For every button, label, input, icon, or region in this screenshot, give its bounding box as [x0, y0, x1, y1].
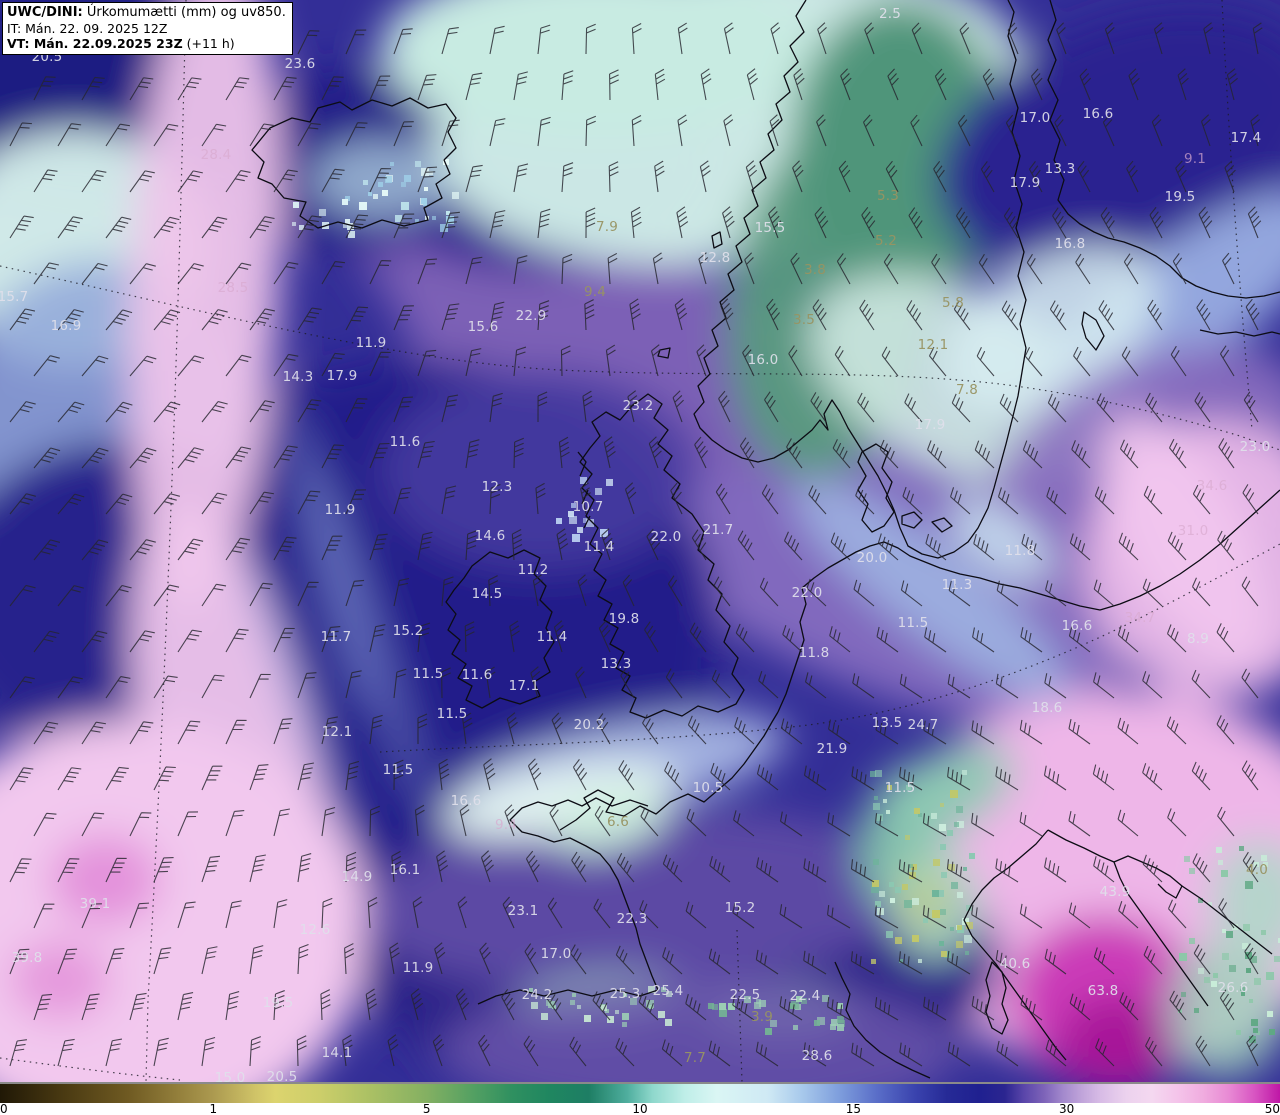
- colorbar-tick-label: 0: [0, 1102, 8, 1115]
- colorbar-tick-label: 50: [1264, 1102, 1280, 1115]
- colorbar-tick-labels: 0 1 5 10 15 30 50: [0, 1102, 1280, 1115]
- colorbar: 0 1 5 10 15 30 50: [0, 1082, 1280, 1115]
- valid-time-line: VT: Mán. 22.09.2025 23Z (+11 h): [7, 36, 235, 52]
- colorbar-gradient: [0, 1082, 1280, 1103]
- map-area: 20.5 23.6 2.5 15.7 16.9 11.9 14.3 17.9 15.6 22.9 2…: [0, 0, 1280, 1086]
- info-box: UWC/DINI: Úrkomumætti (mm) og uv850. IT:…: [2, 2, 293, 56]
- model-title-line: UWC/DINI: Úrkomumætti (mm) og uv850.: [7, 5, 286, 20]
- colorbar-tick-label: 30: [1059, 1102, 1075, 1115]
- colorbar-tick-label: 1: [209, 1102, 218, 1115]
- colorbar-tick-label: 10: [632, 1102, 648, 1115]
- colorbar-tick-label: 15: [845, 1102, 861, 1115]
- colorbar-tick-label: 5: [422, 1102, 431, 1115]
- init-time-line: IT: Mán. 22. 09. 2025 12Z: [7, 20, 168, 36]
- weather-map-screen: 20.5 23.6 2.5 15.7 16.9 11.9 14.3 17.9 15.6 22.9 2…: [0, 0, 1280, 1115]
- precipitation-wind-map: [0, 0, 1280, 1082]
